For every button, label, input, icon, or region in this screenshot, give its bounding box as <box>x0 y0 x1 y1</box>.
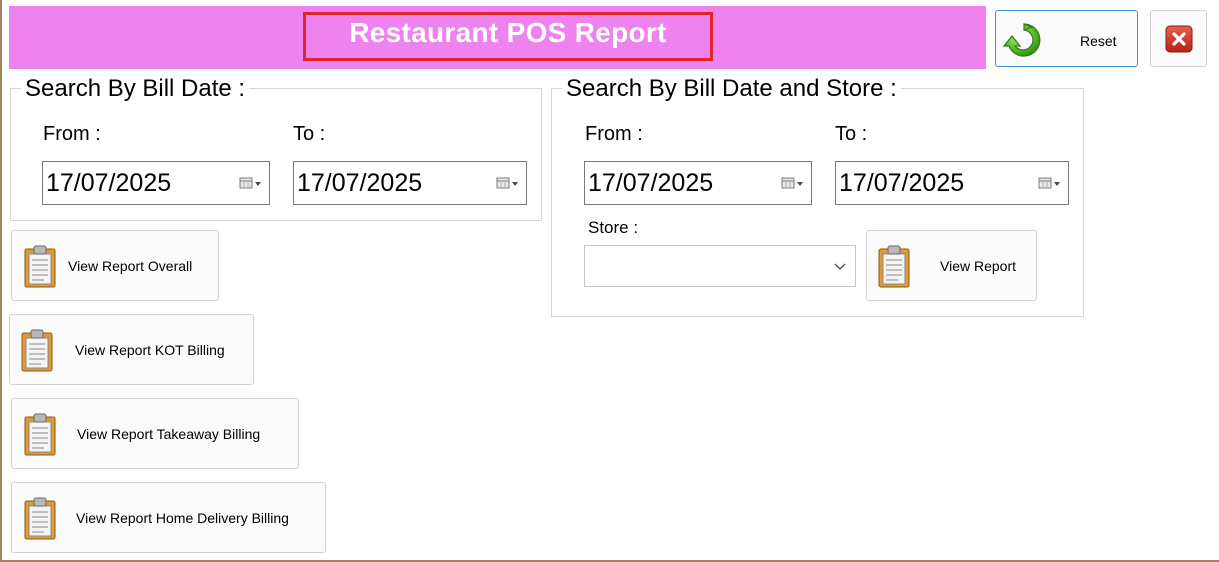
calendar-dropdown-icon[interactable] <box>239 162 269 204</box>
view-report-home-delivery-billing-label: View Report Home Delivery Billing <box>76 509 289 526</box>
clipboard-icon <box>24 245 56 287</box>
calendar-dropdown-icon[interactable] <box>781 162 811 204</box>
bill-date-from-value: 17/07/2025 <box>46 168 172 197</box>
bill-date-group-legend: Search By Bill Date : <box>21 75 250 103</box>
view-report-overall-label: View Report Overall <box>68 257 193 274</box>
bill-date-from-picker[interactable]: 17/07/2025 <box>42 161 270 205</box>
reset-button-label: Reset <box>1080 33 1117 49</box>
close-icon <box>1165 25 1192 52</box>
store-group-legend: Search By Bill Date and Store : <box>562 75 901 103</box>
clipboard-icon <box>24 497 56 539</box>
clipboard-icon <box>24 413 56 455</box>
store-to-picker[interactable]: 17/07/2025 <box>835 161 1069 205</box>
header-bar: Restaurant POS Report <box>9 6 986 69</box>
chevron-down-icon[interactable] <box>833 257 847 275</box>
store-to-label: To : <box>835 123 868 145</box>
store-from-picker[interactable]: 17/07/2025 <box>584 161 812 205</box>
view-report-button[interactable]: View Report <box>866 230 1037 301</box>
store-from-label: From : <box>585 123 643 145</box>
bill-date-from-label: From : <box>43 123 101 145</box>
store-from-value: 17/07/2025 <box>588 168 714 197</box>
store-to-value: 17/07/2025 <box>839 168 965 197</box>
calendar-dropdown-icon[interactable] <box>496 162 526 204</box>
reset-button[interactable]: Reset <box>995 10 1138 67</box>
store-label: Store : <box>588 218 639 237</box>
clipboard-icon <box>878 245 910 287</box>
view-report-home-delivery-billing-button[interactable]: View Report Home Delivery Billing <box>11 482 326 553</box>
clipboard-icon <box>21 329 53 371</box>
view-report-takeaway-billing-button[interactable]: View Report Takeaway Billing <box>11 398 299 469</box>
bill-date-to-value: 17/07/2025 <box>297 168 423 197</box>
title-highlight: Restaurant POS Report <box>303 12 713 61</box>
refresh-icon <box>1002 23 1041 57</box>
view-report-kot-billing-button[interactable]: View Report KOT Billing <box>9 314 254 385</box>
bill-date-to-picker[interactable]: 17/07/2025 <box>293 161 527 205</box>
view-report-takeaway-billing-label: View Report Takeaway Billing <box>77 425 261 442</box>
close-button[interactable] <box>1150 10 1207 67</box>
view-report-overall-button[interactable]: View Report Overall <box>11 230 219 301</box>
calendar-dropdown-icon[interactable] <box>1038 162 1068 204</box>
store-select[interactable] <box>584 245 856 287</box>
bill-date-to-label: To : <box>293 123 326 145</box>
view-report-label: View Report <box>940 257 1017 274</box>
view-report-kot-billing-label: View Report KOT Billing <box>75 341 225 358</box>
page-title: Restaurant POS Report <box>349 16 667 48</box>
